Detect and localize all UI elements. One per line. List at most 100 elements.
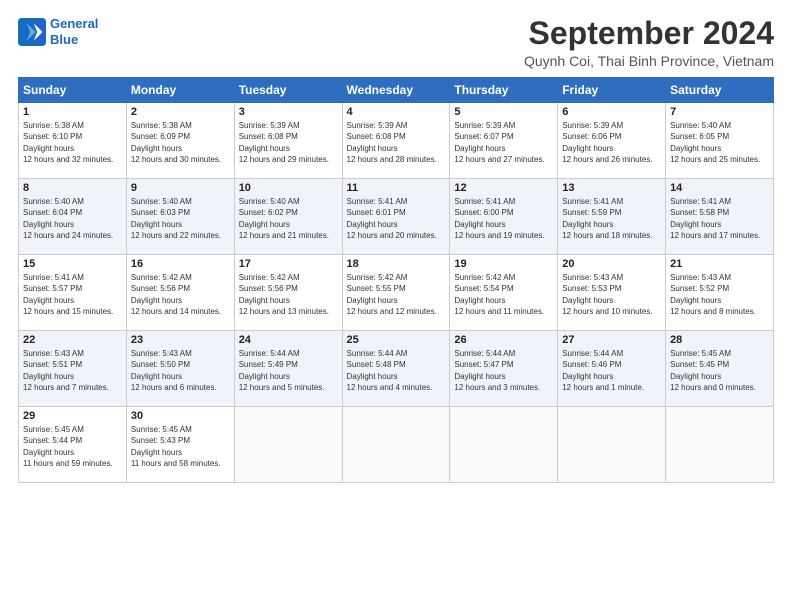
calendar-cell: 17 Sunrise: 5:42 AMSunset: 5:56 PMDaylig… <box>234 255 342 331</box>
calendar-cell: 19 Sunrise: 5:42 AMSunset: 5:54 PMDaylig… <box>450 255 558 331</box>
calendar-cell <box>234 407 342 483</box>
cell-info: Sunrise: 5:41 AMSunset: 5:58 PMDaylight … <box>670 197 760 240</box>
calendar-cell: 11 Sunrise: 5:41 AMSunset: 6:01 PMDaylig… <box>342 179 450 255</box>
logo-icon <box>18 18 46 46</box>
day-number: 25 <box>347 334 446 346</box>
calendar-cell: 3 Sunrise: 5:39 AMSunset: 6:08 PMDayligh… <box>234 103 342 179</box>
day-number: 9 <box>131 182 230 194</box>
day-number: 18 <box>347 258 446 270</box>
calendar-cell: 12 Sunrise: 5:41 AMSunset: 6:00 PMDaylig… <box>450 179 558 255</box>
calendar-cell: 5 Sunrise: 5:39 AMSunset: 6:07 PMDayligh… <box>450 103 558 179</box>
day-number: 27 <box>562 334 661 346</box>
cell-info: Sunrise: 5:40 AMSunset: 6:04 PMDaylight … <box>23 197 113 240</box>
day-number: 4 <box>347 106 446 118</box>
calendar-cell: 1 Sunrise: 5:38 AMSunset: 6:10 PMDayligh… <box>19 103 127 179</box>
cell-info: Sunrise: 5:40 AMSunset: 6:03 PMDaylight … <box>131 197 221 240</box>
calendar-cell: 26 Sunrise: 5:44 AMSunset: 5:47 PMDaylig… <box>450 331 558 407</box>
calendar-page: General Blue September 2024 Quynh Coi, T… <box>0 0 792 612</box>
calendar-cell: 29 Sunrise: 5:45 AMSunset: 5:44 PMDaylig… <box>19 407 127 483</box>
calendar-cell: 6 Sunrise: 5:39 AMSunset: 6:06 PMDayligh… <box>558 103 666 179</box>
cell-info: Sunrise: 5:39 AMSunset: 6:06 PMDaylight … <box>562 121 652 164</box>
calendar-cell: 21 Sunrise: 5:43 AMSunset: 5:52 PMDaylig… <box>666 255 774 331</box>
cell-info: Sunrise: 5:39 AMSunset: 6:08 PMDaylight … <box>347 121 437 164</box>
day-number: 21 <box>670 258 769 270</box>
col-monday: Monday <box>126 78 234 103</box>
day-number: 14 <box>670 182 769 194</box>
calendar-cell: 7 Sunrise: 5:40 AMSunset: 6:05 PMDayligh… <box>666 103 774 179</box>
cell-info: Sunrise: 5:44 AMSunset: 5:49 PMDaylight … <box>239 349 325 392</box>
day-number: 13 <box>562 182 661 194</box>
col-wednesday: Wednesday <box>342 78 450 103</box>
calendar-cell: 25 Sunrise: 5:44 AMSunset: 5:48 PMDaylig… <box>342 331 450 407</box>
day-number: 19 <box>454 258 553 270</box>
day-number: 1 <box>23 106 122 118</box>
cell-info: Sunrise: 5:39 AMSunset: 6:07 PMDaylight … <box>454 121 544 164</box>
logo-general: General <box>50 16 98 31</box>
cell-info: Sunrise: 5:44 AMSunset: 5:47 PMDaylight … <box>454 349 540 392</box>
cell-info: Sunrise: 5:42 AMSunset: 5:54 PMDaylight … <box>454 273 544 316</box>
calendar-cell: 2 Sunrise: 5:38 AMSunset: 6:09 PMDayligh… <box>126 103 234 179</box>
day-number: 6 <box>562 106 661 118</box>
day-number: 28 <box>670 334 769 346</box>
cell-info: Sunrise: 5:41 AMSunset: 6:01 PMDaylight … <box>347 197 437 240</box>
cell-info: Sunrise: 5:38 AMSunset: 6:09 PMDaylight … <box>131 121 221 164</box>
day-number: 5 <box>454 106 553 118</box>
calendar-cell: 13 Sunrise: 5:41 AMSunset: 5:59 PMDaylig… <box>558 179 666 255</box>
col-saturday: Saturday <box>666 78 774 103</box>
calendar-cell: 9 Sunrise: 5:40 AMSunset: 6:03 PMDayligh… <box>126 179 234 255</box>
week-row: 1 Sunrise: 5:38 AMSunset: 6:10 PMDayligh… <box>19 103 774 179</box>
day-number: 24 <box>239 334 338 346</box>
cell-info: Sunrise: 5:45 AMSunset: 5:43 PMDaylight … <box>131 425 221 468</box>
day-number: 15 <box>23 258 122 270</box>
col-friday: Friday <box>558 78 666 103</box>
col-tuesday: Tuesday <box>234 78 342 103</box>
day-number: 12 <box>454 182 553 194</box>
week-row: 22 Sunrise: 5:43 AMSunset: 5:51 PMDaylig… <box>19 331 774 407</box>
cell-info: Sunrise: 5:43 AMSunset: 5:51 PMDaylight … <box>23 349 109 392</box>
calendar-cell: 18 Sunrise: 5:42 AMSunset: 5:55 PMDaylig… <box>342 255 450 331</box>
calendar-cell: 16 Sunrise: 5:42 AMSunset: 5:56 PMDaylig… <box>126 255 234 331</box>
day-number: 11 <box>347 182 446 194</box>
cell-info: Sunrise: 5:45 AMSunset: 5:44 PMDaylight … <box>23 425 113 468</box>
col-thursday: Thursday <box>450 78 558 103</box>
cell-info: Sunrise: 5:38 AMSunset: 6:10 PMDaylight … <box>23 121 113 164</box>
day-number: 10 <box>239 182 338 194</box>
day-number: 29 <box>23 410 122 422</box>
cell-info: Sunrise: 5:43 AMSunset: 5:52 PMDaylight … <box>670 273 756 316</box>
calendar-cell: 23 Sunrise: 5:43 AMSunset: 5:50 PMDaylig… <box>126 331 234 407</box>
day-number: 2 <box>131 106 230 118</box>
calendar-cell: 24 Sunrise: 5:44 AMSunset: 5:49 PMDaylig… <box>234 331 342 407</box>
calendar-cell: 4 Sunrise: 5:39 AMSunset: 6:08 PMDayligh… <box>342 103 450 179</box>
day-number: 23 <box>131 334 230 346</box>
cell-info: Sunrise: 5:39 AMSunset: 6:08 PMDaylight … <box>239 121 329 164</box>
cell-info: Sunrise: 5:41 AMSunset: 5:59 PMDaylight … <box>562 197 652 240</box>
calendar-cell: 15 Sunrise: 5:41 AMSunset: 5:57 PMDaylig… <box>19 255 127 331</box>
day-number: 22 <box>23 334 122 346</box>
logo: General Blue <box>18 16 98 47</box>
calendar-cell: 8 Sunrise: 5:40 AMSunset: 6:04 PMDayligh… <box>19 179 127 255</box>
day-number: 8 <box>23 182 122 194</box>
calendar-cell: 28 Sunrise: 5:45 AMSunset: 5:45 PMDaylig… <box>666 331 774 407</box>
day-number: 30 <box>131 410 230 422</box>
cell-info: Sunrise: 5:40 AMSunset: 6:05 PMDaylight … <box>670 121 760 164</box>
cell-info: Sunrise: 5:44 AMSunset: 5:46 PMDaylight … <box>562 349 644 392</box>
day-number: 17 <box>239 258 338 270</box>
week-row: 8 Sunrise: 5:40 AMSunset: 6:04 PMDayligh… <box>19 179 774 255</box>
day-number: 7 <box>670 106 769 118</box>
calendar-body: 1 Sunrise: 5:38 AMSunset: 6:10 PMDayligh… <box>19 103 774 483</box>
day-number: 3 <box>239 106 338 118</box>
cell-info: Sunrise: 5:43 AMSunset: 5:53 PMDaylight … <box>562 273 652 316</box>
header: General Blue September 2024 Quynh Coi, T… <box>18 16 774 69</box>
week-row: 29 Sunrise: 5:45 AMSunset: 5:44 PMDaylig… <box>19 407 774 483</box>
calendar-cell: 10 Sunrise: 5:40 AMSunset: 6:02 PMDaylig… <box>234 179 342 255</box>
day-number: 16 <box>131 258 230 270</box>
calendar-cell <box>342 407 450 483</box>
cell-info: Sunrise: 5:42 AMSunset: 5:56 PMDaylight … <box>131 273 221 316</box>
month-title: September 2024 <box>524 16 774 51</box>
header-row: Sunday Monday Tuesday Wednesday Thursday… <box>19 78 774 103</box>
location-title: Quynh Coi, Thai Binh Province, Vietnam <box>524 53 774 69</box>
week-row: 15 Sunrise: 5:41 AMSunset: 5:57 PMDaylig… <box>19 255 774 331</box>
cell-info: Sunrise: 5:40 AMSunset: 6:02 PMDaylight … <box>239 197 329 240</box>
calendar-cell: 30 Sunrise: 5:45 AMSunset: 5:43 PMDaylig… <box>126 407 234 483</box>
logo-blue: Blue <box>50 32 78 47</box>
